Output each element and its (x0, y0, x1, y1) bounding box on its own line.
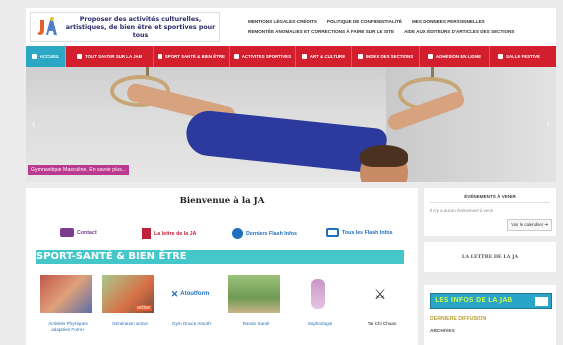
infos-widget: LES INFOS DE LA JAB DERNIERE DIFFUSION A… (424, 285, 556, 345)
tai-chi-figure-icon: ⚔ (373, 285, 387, 302)
index-icon (357, 54, 363, 59)
quick-link-label: Derniers Flash Infos (246, 230, 297, 237)
quick-link-lettre[interactable]: La lettre de la JA (142, 228, 196, 239)
nav-item-adhesion[interactable]: ADHÉSION EN LIGNE (420, 46, 490, 67)
nav-item-sport-sante[interactable]: SPORT SANTÉ & BIEN ÊTRE (154, 46, 230, 67)
activity-label: Gym Douce Atoutf+ (172, 321, 212, 326)
activity-card[interactable]: ✕ Atoutform Gym Douce Atoutf+ (164, 275, 220, 327)
chevron-left-icon[interactable]: ‹ (32, 119, 35, 130)
ja-logo-icon (535, 297, 548, 306)
art-icon (301, 54, 307, 59)
section-header-bar: SPORT-SANTÉ & BIEN ÊTRE (36, 250, 404, 264)
activity-card[interactable]: ⚔ Tai Chi Chuan (354, 275, 410, 327)
activity-label: Tai Chi Chuan (367, 321, 397, 326)
chevron-right-icon[interactable]: › (547, 119, 550, 130)
heart-icon (158, 54, 162, 59)
link-mentions-legales[interactable]: MENTIONS LÉGALES-CRÉDITS (248, 19, 317, 24)
quick-link-tous-flash[interactable]: Tous les Flash Infos (326, 228, 393, 237)
info-circle-icon (232, 228, 243, 239)
activity-thumbnail (292, 275, 344, 313)
info-icon (77, 54, 82, 59)
nav-item-activites-sportives[interactable]: ACTIVITES SPORTIVES (230, 46, 296, 67)
atoutform-logo-icon: ✕ (170, 288, 179, 299)
divider (430, 202, 550, 203)
activity-card[interactable]: active Génération active (102, 275, 158, 327)
atoutform-logo-text: Atoutform (180, 291, 210, 297)
site-header: Proposer des activités culturelles, arti… (26, 8, 556, 46)
activity-card[interactable]: Activités Physiques adaptées Form+ (40, 275, 96, 333)
quick-link-contact[interactable]: Contact (60, 228, 97, 237)
activity-card[interactable]: Rando Santé (228, 275, 284, 327)
link-remontee-anomalies[interactable]: REMONTÉE ANOMALIES ET CORRECTIONS À FAIR… (248, 29, 394, 34)
activity-thumbnail (228, 275, 280, 313)
contact-card-icon (60, 228, 74, 237)
site-tagline: Proposer des activités culturelles, arti… (65, 16, 216, 39)
quick-links: Contact La lettre de la JA Derniers Flas… (56, 228, 416, 240)
binoculars-icon (326, 228, 339, 237)
nav-item-accueil[interactable]: ACCUEIL (26, 46, 66, 67)
activity-thumbnail (40, 275, 92, 313)
quick-link-label: Tous les Flash Infos (342, 229, 393, 236)
activity-thumbnail: ✕ Atoutform (164, 275, 216, 313)
nav-label: ACCUEIL (39, 54, 60, 59)
main-nav: ACCUEIL TOUT SAVOIR SUR LA JAB SPORT SAN… (26, 46, 556, 67)
venue-icon (498, 54, 504, 59)
nav-item-tout-savoir[interactable]: TOUT SAVOIR SUR LA JAB (66, 46, 154, 67)
nav-label: INDEX DES SECTIONS (365, 54, 414, 59)
quick-link-derniers-flash[interactable]: Derniers Flash Infos (232, 228, 297, 239)
nav-label: SALLE FESTIVE (506, 54, 540, 59)
slide-caption[interactable]: Gymnastique Masculine. En savoir plus... (28, 165, 130, 175)
events-title: ÉVÉNEMENTS À VENIR (464, 194, 516, 199)
activity-label: Génération active (111, 321, 148, 326)
activity-label: Sophrologie (307, 321, 333, 326)
nav-label: SPORT SANTÉ & BIEN ÊTRE (164, 54, 225, 59)
quick-link-label: La lettre de la JA (154, 230, 197, 237)
events-empty-text: Il n'y a aucun événement à venir (430, 208, 494, 213)
nav-item-art-culture[interactable]: ART & CULTURE (296, 46, 352, 67)
gymnast-body (184, 108, 388, 175)
main-content: Bienvenue à la JA Contact La lettre de l… (26, 188, 418, 345)
latest-issue-link[interactable]: DERNIERE DIFFUSION (430, 316, 486, 322)
nav-label: ADHÉSION EN LIGNE (435, 54, 482, 59)
activity-label: Activités Physiques adaptées Form+ (48, 321, 88, 332)
nav-label: ACTIVITES SPORTIVES (241, 54, 291, 59)
nav-label: ART & CULTURE (309, 54, 346, 59)
welcome-heading: Bienvenue à la JA (179, 196, 265, 206)
thumbnail-badge: active (134, 305, 152, 311)
gymnast-hair (360, 145, 408, 167)
ja-logo-icon (37, 17, 57, 35)
archives-link[interactable]: ARCHIVES (430, 329, 455, 334)
top-links: MENTIONS LÉGALES-CRÉDITS POLITIQUE DE CO… (248, 16, 548, 36)
home-icon (31, 54, 37, 59)
activity-label: Rando Santé (242, 321, 270, 326)
page: Proposer des activités culturelles, arti… (0, 0, 563, 345)
infos-banner[interactable]: LES INFOS DE LA JAB (430, 293, 552, 309)
hero-slider[interactable]: ‹ › Gymnastique Masculine. En savoir plu… (26, 67, 556, 182)
membership-icon (427, 54, 433, 59)
quick-link-label: Contact (77, 229, 97, 236)
link-politique-confidentialite[interactable]: POLITIQUE DE CONFIDENTIALITÉ (327, 19, 402, 24)
events-widget: ÉVÉNEMENTS À VENIR Il n'y a aucun événem… (424, 188, 556, 236)
nav-item-salle-festive[interactable]: SALLE FESTIVE (490, 46, 548, 67)
newsletter-icon (142, 228, 151, 239)
sophrology-figure-icon (311, 279, 325, 309)
activity-thumbnail: ⚔ (354, 275, 406, 313)
link-donnees-personnelles[interactable]: MES DONNEES PERSONNELLES (412, 19, 485, 24)
sport-icon (234, 54, 239, 59)
newsletter-title: LA LETTRE DE LA JA (461, 254, 519, 260)
nav-item-index-sections[interactable]: INDEX DES SECTIONS (352, 46, 420, 67)
link-aide-editeurs[interactable]: AIDE AUX ÉDITEURS D'ARTICLES DES SECTION… (404, 29, 514, 34)
activity-thumbnail: active (102, 275, 154, 313)
infos-banner-text: LES INFOS DE LA JAB (435, 296, 513, 304)
nav-label: TOUT SAVOIR SUR LA JAB (85, 54, 142, 59)
newsletter-widget[interactable]: LA LETTRE DE LA JA (424, 242, 556, 272)
activity-cards: Activités Physiques adaptées Form+ activ… (40, 275, 410, 335)
activity-card[interactable]: Sophrologie (292, 275, 348, 327)
section-title: SPORT-SANTÉ & BIEN ÊTRE (36, 251, 187, 262)
site-logo[interactable]: Proposer des activités culturelles, arti… (30, 12, 220, 42)
view-calendar-button[interactable]: Voir le calendrier ➔ (507, 219, 552, 231)
